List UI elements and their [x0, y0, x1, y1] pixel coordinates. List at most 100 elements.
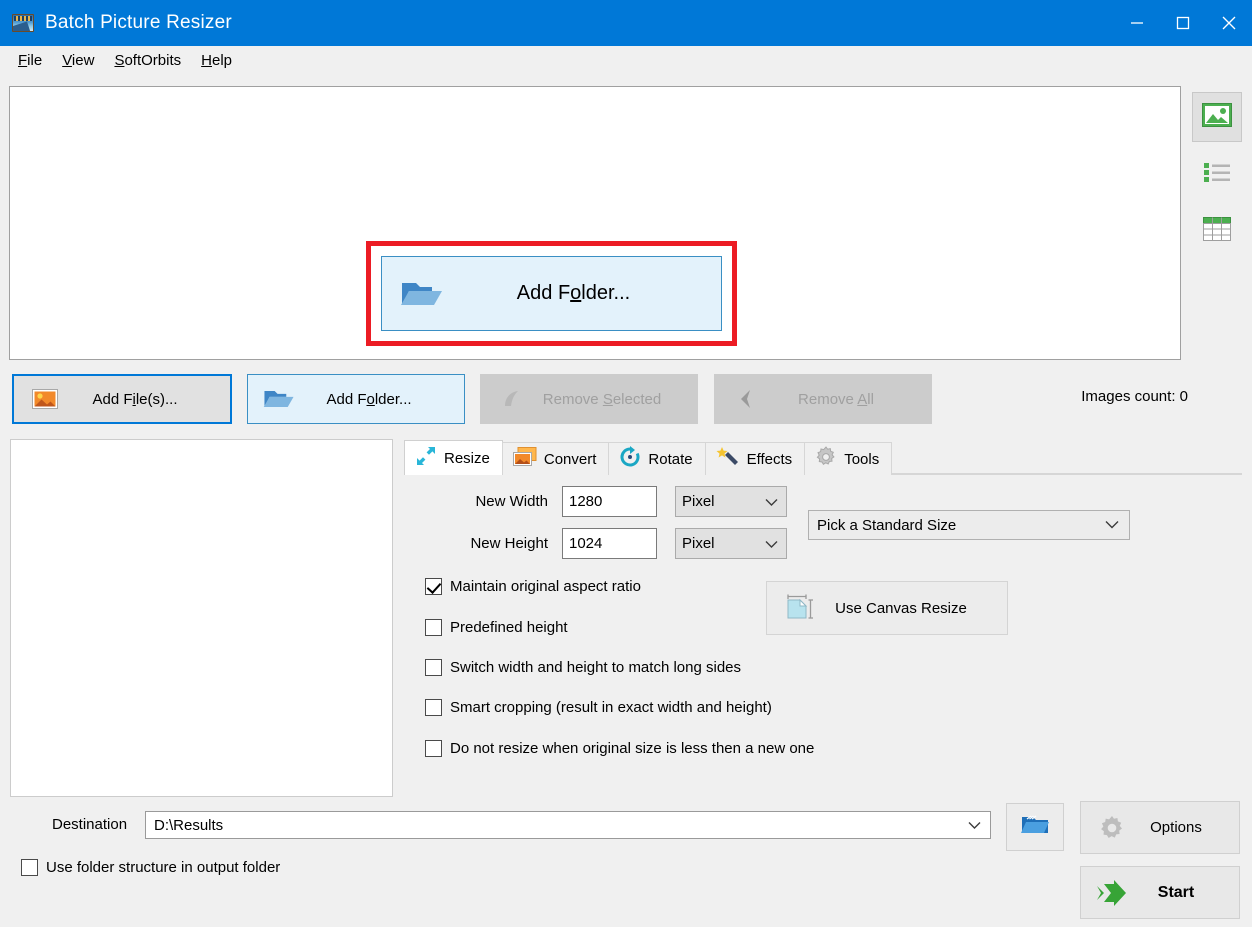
destination-combobox[interactable]: D:\Results — [145, 811, 991, 839]
table-grid-icon — [1203, 217, 1231, 246]
menu-item-file-rest: ile — [27, 52, 42, 69]
add-folder-label: Add Folder... — [300, 391, 464, 408]
new-height-unit-select[interactable]: Pixel — [675, 528, 787, 559]
checkbox-do-not-resize-smaller[interactable]: Do not resize when original size is less… — [425, 740, 814, 757]
view-mode-thumbnail-button[interactable] — [1192, 92, 1242, 142]
remove-selected-button[interactable]: Remove Selected — [480, 374, 698, 424]
tab-convert-label: Convert — [544, 451, 597, 468]
menu-item-file[interactable]: File — [8, 48, 52, 74]
batch-picture-resizer-window: Batch Picture Resizer File View SoftOrbi… — [0, 0, 1252, 927]
options-label: Options — [1135, 819, 1239, 836]
close-icon[interactable] — [1206, 0, 1252, 46]
bullet-list-icon — [1203, 161, 1231, 188]
destination-value: D:\Results — [154, 817, 223, 834]
add-folder-dropzone-button[interactable]: Add Folder... — [381, 256, 722, 331]
use-canvas-resize-label: Use Canvas Resize — [823, 600, 1007, 617]
image-thumbnail-icon — [1202, 103, 1232, 132]
browse-folder-icon — [1020, 813, 1050, 842]
checkbox-label: Predefined height — [450, 619, 568, 636]
menu-item-help[interactable]: Help — [191, 48, 242, 74]
tab-rotate-label: Rotate — [648, 451, 692, 468]
menu-item-view[interactable]: View — [52, 48, 104, 74]
checkbox-label: Do not resize when original size is less… — [450, 740, 814, 757]
remove-selected-label: Remove Selected — [533, 391, 697, 408]
tab-effects[interactable]: Effects — [705, 442, 806, 475]
chevron-down-icon — [1105, 517, 1119, 534]
standard-size-value: Pick a Standard Size — [817, 517, 956, 534]
checkbox-box[interactable] — [21, 859, 38, 876]
start-button[interactable]: Start — [1080, 866, 1240, 919]
checkbox-box[interactable] — [425, 619, 442, 636]
new-height-input[interactable] — [562, 528, 657, 559]
file-actions-toolbar: Add File(s)... Add Folder... Remove Sele… — [0, 374, 1252, 426]
window-title: Batch Picture Resizer — [45, 12, 232, 34]
menu-bar: File View SoftOrbits Help — [0, 46, 1252, 75]
new-height-unit-value: Pixel — [682, 535, 715, 552]
folder-open-icon — [400, 278, 444, 310]
chevron-left-icon — [725, 388, 767, 410]
use-canvas-resize-button[interactable]: Use Canvas Resize — [766, 581, 1008, 635]
destination-label: Destination — [52, 816, 127, 833]
checkbox-switch-width-height[interactable]: Switch width and height to match long si… — [425, 659, 741, 676]
canvas-resize-icon — [777, 594, 823, 622]
remove-selected-icon — [491, 388, 533, 410]
new-width-input[interactable] — [562, 486, 657, 517]
checkbox-use-folder-structure[interactable]: Use folder structure in output folder — [21, 859, 280, 876]
image-list-panel[interactable] — [10, 439, 393, 797]
minimize-icon[interactable] — [1114, 0, 1160, 46]
tab-resize[interactable]: Resize — [404, 440, 503, 475]
gear-icon — [1089, 814, 1135, 842]
checkbox-predefined-height[interactable]: Predefined height — [425, 619, 568, 636]
gear-tools-icon — [815, 446, 837, 472]
checkbox-box[interactable] — [425, 699, 442, 716]
magic-wand-icon — [716, 446, 740, 472]
new-height-label: New Height — [448, 535, 548, 552]
new-width-row: New Width Pixel — [448, 486, 787, 517]
rotate-circle-icon — [619, 446, 641, 472]
add-files-button[interactable]: Add File(s)... — [12, 374, 232, 424]
view-mode-details-button[interactable] — [1192, 206, 1242, 256]
tab-rotate[interactable]: Rotate — [608, 442, 705, 475]
menu-item-softorbits[interactable]: SoftOrbits — [104, 48, 191, 74]
tab-effects-label: Effects — [747, 451, 793, 468]
checkbox-label: Smart cropping (result in exact width an… — [450, 699, 772, 716]
images-count-label: Images count: 0 — [1081, 388, 1188, 405]
checkbox-smart-cropping[interactable]: Smart cropping (result in exact width an… — [425, 699, 772, 716]
chevron-down-icon — [765, 535, 778, 552]
tab-convert[interactable]: Convert — [502, 442, 610, 475]
new-width-unit-select[interactable]: Pixel — [675, 486, 787, 517]
green-double-arrow-icon — [1089, 880, 1135, 906]
view-mode-list-button[interactable] — [1192, 149, 1242, 199]
app-picture-icon — [12, 14, 34, 32]
checkbox-box[interactable] — [425, 578, 442, 595]
options-button[interactable]: Options — [1080, 801, 1240, 854]
window-controls — [1114, 0, 1252, 46]
remove-all-button[interactable]: Remove All — [714, 374, 932, 424]
start-label: Start — [1135, 884, 1239, 902]
add-folder-dropzone-label: Add Folder... — [444, 282, 721, 305]
tab-strip: Resize Convert — [404, 440, 1242, 475]
add-folder-button[interactable]: Add Folder... — [247, 374, 465, 424]
chevron-down-icon — [968, 817, 981, 834]
add-files-label: Add File(s)... — [66, 391, 230, 408]
checkbox-label: Use folder structure in output folder — [46, 859, 280, 876]
checkbox-box[interactable] — [425, 740, 442, 757]
chevron-down-icon — [765, 493, 778, 510]
view-mode-bar — [1192, 92, 1244, 263]
remove-all-label: Remove All — [767, 391, 931, 408]
new-width-unit-value: Pixel — [682, 493, 715, 510]
checkbox-box[interactable] — [425, 659, 442, 676]
checkbox-label: Maintain original aspect ratio — [450, 578, 641, 595]
maximize-icon[interactable] — [1160, 0, 1206, 46]
tab-tools[interactable]: Tools — [804, 442, 892, 475]
picture-icon — [24, 389, 66, 409]
browse-destination-button[interactable] — [1006, 803, 1064, 851]
standard-size-select[interactable]: Pick a Standard Size — [808, 510, 1130, 540]
folder-open-icon — [258, 387, 300, 411]
new-height-row: New Height Pixel — [448, 528, 787, 559]
checkbox-maintain-aspect-ratio[interactable]: Maintain original aspect ratio — [425, 578, 641, 595]
menu-item-view-rest: iew — [72, 52, 95, 69]
checkbox-label: Switch width and height to match long si… — [450, 659, 741, 676]
title-bar: Batch Picture Resizer — [0, 0, 1252, 46]
menu-item-help-rest: elp — [212, 52, 232, 69]
